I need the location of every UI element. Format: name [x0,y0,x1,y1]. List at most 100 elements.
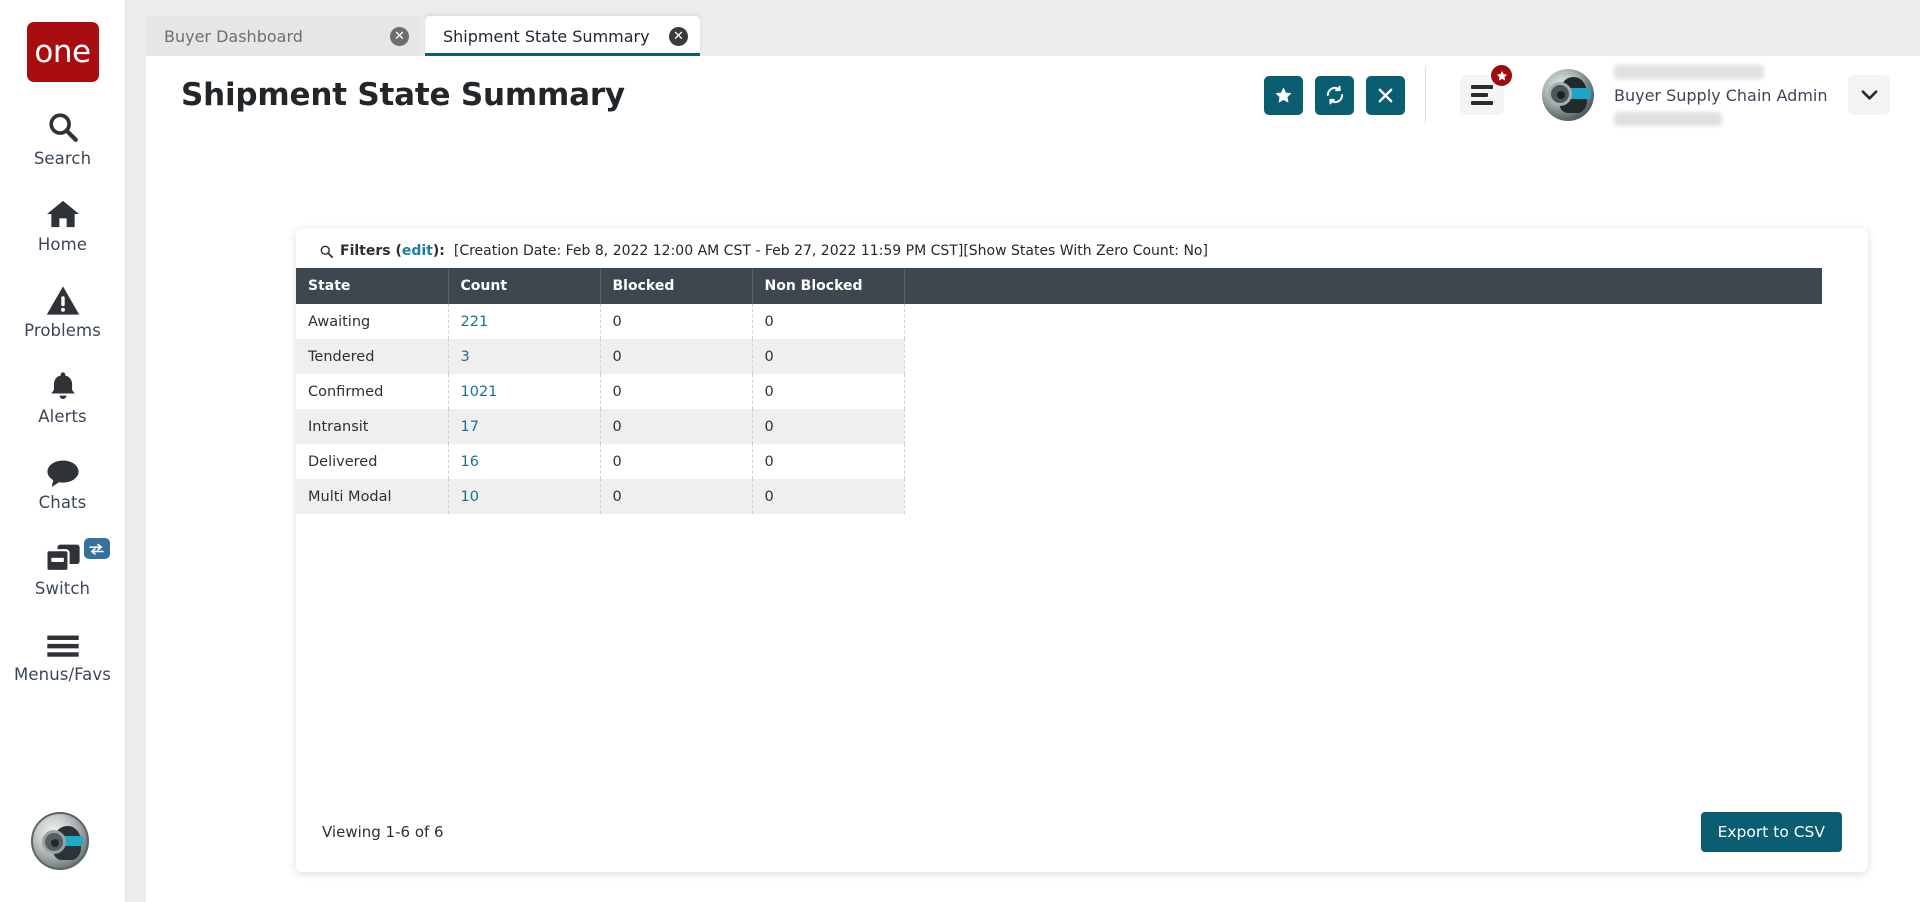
sidebar-item-chats[interactable]: Chats [0,452,126,512]
column-header-state[interactable]: State [296,268,449,304]
filters-summary-text: [Creation Date: Feb 8, 2022 12:00 AM CST… [453,243,1208,259]
cell-state: Tendered [296,339,449,374]
sidebar-item-label: Menus/Favs [14,665,111,684]
hamburger-icon [1471,85,1493,105]
shipment-state-table: State Count Blocked Non Blocked Awaiting… [296,268,1822,514]
filters-label-close: ): [432,243,445,259]
cell-blocked: 0 [600,409,753,444]
cell-state: Delivered [296,444,449,479]
favorite-button[interactable] [1264,75,1303,115]
sidebar-item-search[interactable]: Search [0,108,126,168]
chat-bubble-icon [46,452,80,488]
sidebar-item-label: Home [37,235,88,254]
table-row[interactable]: Delivered 16 0 0 [296,444,1822,479]
x-icon [1377,87,1394,104]
sidebar-item-label: Search [33,149,92,168]
cell-count[interactable]: 3 [448,339,601,374]
user-role-label: Buyer Supply Chain Admin [1614,85,1828,105]
page-surface: Shipment State Summary Buyer Supply Chai… [146,56,1920,902]
close-circle-icon[interactable]: ✕ [390,26,409,46]
tab-label: Buyer Dashboard [164,26,303,46]
sidebar-item-menus-favs[interactable]: Menus/Favs [0,624,126,684]
tab-buyer-dashboard[interactable]: Buyer Dashboard ✕ [146,16,421,56]
sidebar-item-home[interactable]: Home [0,194,126,254]
cell-state: Multi Modal [296,479,449,514]
cell-filler [904,479,1822,514]
warning-triangle-icon [46,280,80,316]
tab-shipment-state-summary[interactable]: Shipment State Summary ✕ [425,16,700,56]
user-org-redacted [1614,111,1722,126]
column-header-filler [904,268,1822,304]
cell-blocked: 0 [600,479,753,514]
windows-stack-icon [44,538,81,574]
refresh-button[interactable] [1315,75,1354,115]
viewing-count-label: Viewing 1-6 of 6 [322,823,444,841]
export-to-csv-button[interactable]: Export to CSV [1700,812,1842,852]
cell-filler [904,409,1822,444]
table-header: State Count Blocked Non Blocked [296,268,1822,304]
search-icon [46,108,80,144]
table-row[interactable]: Tendered 3 0 0 [296,339,1822,374]
column-header-blocked[interactable]: Blocked [600,268,753,304]
filters-bar: Filters ( edit ): [Creation Date: Feb 8,… [296,228,1868,268]
close-button[interactable] [1366,75,1405,115]
bell-icon [47,366,79,402]
user-menu-dropdown[interactable] [1848,75,1890,115]
user-avatar[interactable] [1542,69,1594,121]
cell-filler [904,339,1822,374]
cell-filler [904,444,1822,479]
left-sidebar: one Search Home Problems Alerts Chats Sw… [0,0,126,902]
refresh-icon [1325,85,1345,105]
avatar[interactable] [31,812,89,870]
cell-non-blocked: 0 [752,409,905,444]
table-row[interactable]: Multi Modal 10 0 0 [296,479,1822,514]
cell-non-blocked: 0 [752,444,905,479]
table-row[interactable]: Intransit 17 0 0 [296,409,1822,444]
cell-non-blocked: 0 [752,304,905,339]
cell-count[interactable]: 17 [448,409,601,444]
page-title: Shipment State Summary [181,77,625,113]
cell-filler [904,374,1822,409]
cell-count[interactable]: 16 [448,444,601,479]
cell-blocked: 0 [600,444,753,479]
table-row[interactable]: Awaiting 221 0 0 [296,304,1822,339]
avatar-lens [42,830,66,854]
cell-non-blocked: 0 [752,374,905,409]
search-icon [319,244,334,259]
cell-non-blocked: 0 [752,479,905,514]
header-divider [1425,67,1426,123]
filters-label: Filters ( [340,243,402,259]
star-icon [1489,63,1514,88]
sidebar-item-problems[interactable]: Problems [0,280,126,340]
cell-count[interactable]: 1021 [448,374,601,409]
sidebar-item-label: Problems [24,321,101,340]
main-stage: Buyer Dashboard ✕ Shipment State Summary… [126,0,1920,902]
brand-logo[interactable]: one [26,22,99,82]
tab-label: Shipment State Summary [443,26,650,46]
header-actions: Buyer Supply Chain Admin [1264,56,1920,134]
sidebar-item-label: Chats [38,493,87,512]
sidebar-item-alerts[interactable]: Alerts [0,366,126,426]
cell-count[interactable]: 221 [448,304,601,339]
cell-state: Confirmed [296,374,449,409]
page-header: Shipment State Summary Buyer Supply Chai… [146,56,1920,134]
menus-favs-button[interactable] [1460,63,1514,115]
star-icon [1274,86,1293,105]
tab-strip: Buyer Dashboard ✕ Shipment State Summary… [126,0,1920,56]
cell-filler [904,304,1822,339]
cell-count[interactable]: 10 [448,479,601,514]
table-row[interactable]: Confirmed 1021 0 0 [296,374,1822,409]
user-info[interactable]: Buyer Supply Chain Admin [1592,56,1830,134]
card-footer: Viewing 1-6 of 6 Export to CSV [296,792,1868,872]
close-circle-icon[interactable]: ✕ [669,26,688,46]
filters-edit-link[interactable]: edit [402,243,433,259]
cell-state: Intransit [296,409,449,444]
content-card: Filters ( edit ): [Creation Date: Feb 8,… [296,228,1868,872]
swap-arrows-icon[interactable] [83,538,110,559]
sidebar-item-switch[interactable]: Switch [0,538,126,598]
table-body: Awaiting 221 0 0 Tendered 3 0 0 Confirme… [296,304,1822,514]
sidebar-item-label: Alerts [38,407,87,426]
column-header-non-blocked[interactable]: Non Blocked [752,268,905,304]
hamburger-icon [46,624,80,660]
column-header-count[interactable]: Count [448,268,601,304]
